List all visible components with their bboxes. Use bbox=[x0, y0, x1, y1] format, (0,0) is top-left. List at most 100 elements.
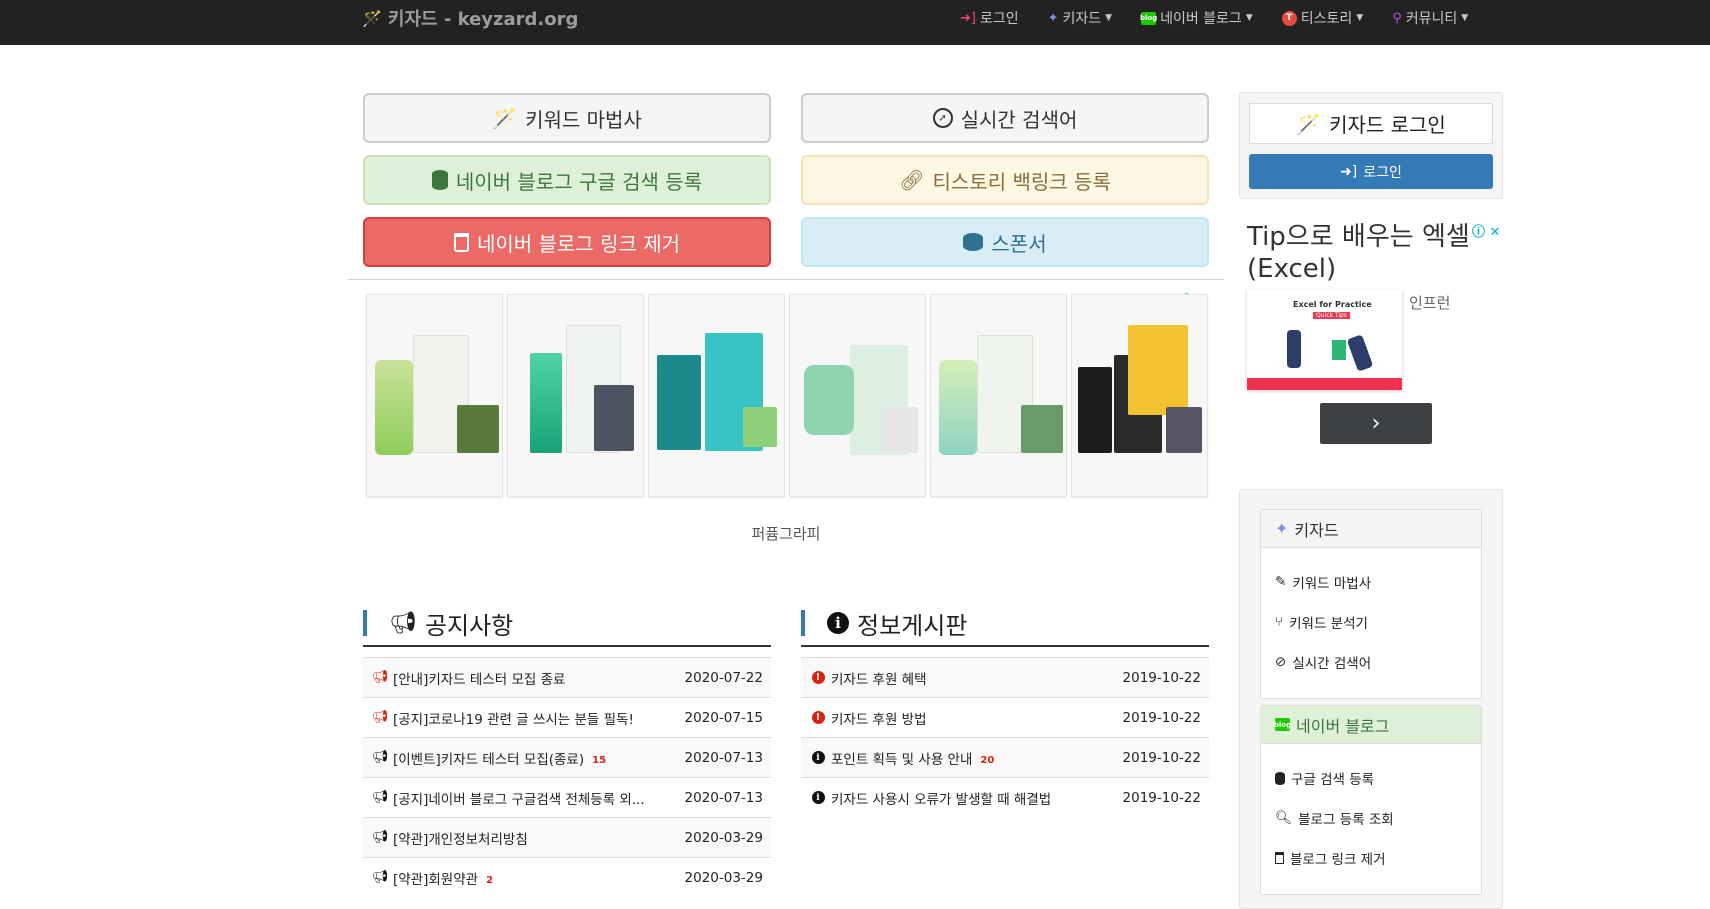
nav-tistory-label: 티스토리 bbox=[1300, 11, 1353, 27]
ad-product-tile[interactable] bbox=[366, 294, 503, 497]
row-date: 2020-07-13 bbox=[684, 789, 763, 806]
row-title[interactable]: [공지]코로나19 관련 글 쓰시는 분들 필독! bbox=[393, 708, 634, 728]
row-title[interactable]: [이벤트]키자드 테스터 모집(종료) bbox=[393, 748, 584, 768]
title-accent-bar bbox=[363, 610, 367, 636]
row-title[interactable]: 키자드 사용시 오류가 발생할 때 해결법 bbox=[831, 788, 1051, 808]
keyzard-panel-header: ✦ 키자드 bbox=[1261, 510, 1481, 548]
row-title[interactable]: [공지]네이버 블로그 구글검색 전체등록 외... bbox=[393, 788, 645, 808]
ad-excel-logo bbox=[1332, 340, 1346, 360]
nav-tistory-dropdown[interactable]: T 티스토리 ▼ bbox=[1281, 8, 1363, 28]
keyword-wizard-button[interactable]: 🪄 키워드 마법사 bbox=[363, 93, 771, 143]
row-title[interactable]: 포인트 획득 및 사용 안내 bbox=[831, 748, 972, 768]
table-row[interactable]: 📢︎ [약관]회원약관 2 2020-03-29 bbox=[363, 857, 771, 897]
compass-icon: ➚ bbox=[932, 108, 953, 128]
side-ad-next-button[interactable]: › bbox=[1320, 403, 1432, 444]
table-row[interactable]: ! 키자드 후원 혜택 2019-10-22 bbox=[801, 657, 1209, 697]
login-button[interactable]: ➜] 로그인 bbox=[1249, 154, 1493, 189]
ad-product-tile[interactable] bbox=[789, 294, 926, 497]
naver-panel-title: 네이버 블로그 bbox=[1296, 716, 1390, 736]
side-ad-image[interactable]: Excel for Practice Quick Tips bbox=[1247, 290, 1402, 390]
row-date: 2019-10-22 bbox=[1122, 749, 1201, 766]
ad-image-title: Excel for Practice bbox=[1293, 300, 1372, 309]
sidebar-item-blog-lookup[interactable]: 🔍︎ 블로그 등록 조회 bbox=[1261, 798, 1481, 838]
caret-down-icon: ▼ bbox=[1105, 13, 1113, 23]
megaphone-icon: 📢︎ bbox=[371, 710, 389, 725]
title-accent-bar bbox=[801, 610, 805, 636]
keyzard-panel-title: 키자드 bbox=[1294, 520, 1339, 540]
sign-in-icon: ➜] bbox=[960, 10, 976, 26]
compass-icon: ⊘ bbox=[1275, 654, 1287, 670]
sponsor-label: 스폰서 bbox=[991, 231, 1047, 256]
table-row[interactable]: 📢︎ [공지]코로나19 관련 글 쓰시는 분들 필독! 2020-07-15 bbox=[363, 697, 771, 737]
trash-icon bbox=[453, 232, 469, 252]
megaphone-icon: 📢︎ bbox=[371, 790, 389, 805]
login-title-text: 키자드 로그인 bbox=[1329, 113, 1446, 137]
notice-title[interactable]: 📢︎ 공지사항 bbox=[363, 606, 513, 640]
row-title[interactable]: [안내]키자드 테스터 모집 종료 bbox=[393, 668, 565, 688]
side-ad-brand[interactable]: 인프런 bbox=[1409, 292, 1450, 313]
naver-link-remove-label: 네이버 블로그 링크 제거 bbox=[476, 231, 681, 256]
sidebar-item-label: 블로그 링크 제거 bbox=[1290, 852, 1386, 868]
sidebar-item-label: 블로그 등록 조회 bbox=[1298, 812, 1394, 828]
exclamation-circle-icon: ! bbox=[809, 671, 827, 684]
row-date: 2020-03-29 bbox=[684, 829, 763, 846]
nav-naver-label: 네이버 블로그 bbox=[1160, 11, 1242, 27]
sidebar-item-label: 구글 검색 등록 bbox=[1291, 772, 1375, 788]
nav-naver-dropdown[interactable]: blog 네이버 블로그 ▼ bbox=[1140, 8, 1253, 28]
table-row[interactable]: ! 키자드 후원 방법 2019-10-22 bbox=[801, 697, 1209, 737]
info-circle-icon: i bbox=[809, 791, 827, 804]
search-icon: 🔍︎ bbox=[1275, 810, 1293, 826]
table-row[interactable]: 📢︎ [약관]개인정보처리방침 2020-03-29 bbox=[363, 817, 771, 857]
nav-community-label: 커뮤니티 bbox=[1405, 11, 1458, 27]
row-title[interactable]: [약관]회원약관 bbox=[393, 868, 478, 888]
sidebar-item-keyword-analyzer[interactable]: ⑂ 키워드 분석기 bbox=[1261, 602, 1481, 642]
nav-login[interactable]: ➜] 로그인 bbox=[960, 8, 1019, 28]
ad-info-close-icon[interactable]: ⓘ ✕ bbox=[1472, 221, 1500, 240]
magic-wand-icon: ✦ bbox=[1047, 10, 1059, 26]
row-date: 2020-03-29 bbox=[684, 869, 763, 886]
naver-google-register-button[interactable]: 네이버 블로그 구글 검색 등록 bbox=[363, 155, 771, 205]
trash-icon bbox=[1275, 852, 1284, 864]
ad-product-tile[interactable] bbox=[507, 294, 644, 497]
ad-product-tile[interactable] bbox=[1071, 294, 1208, 497]
tistory-backlink-button[interactable]: 🔗︎ 티스토리 백링크 등록 bbox=[801, 155, 1209, 205]
table-row[interactable]: 📢︎ [안내]키자드 테스터 모집 종료 2020-07-22 bbox=[363, 657, 771, 697]
row-title[interactable]: [약관]개인정보처리방침 bbox=[393, 828, 528, 848]
info-title[interactable]: i 정보게시판 bbox=[801, 606, 967, 640]
table-row[interactable]: 📢︎ [이벤트]키자드 테스터 모집(종료) 15 2020-07-13 bbox=[363, 737, 771, 777]
ad-product-tile[interactable] bbox=[930, 294, 1067, 497]
sidebar-item-keyword-wizard[interactable]: ✎ 키워드 마법사 bbox=[1261, 562, 1481, 602]
login-button-label: 로그인 bbox=[1363, 164, 1402, 181]
sidebar-item-realtime-search[interactable]: ⊘ 실시간 검색어 bbox=[1261, 642, 1481, 682]
table-row[interactable]: 📢︎ [공지]네이버 블로그 구글검색 전체등록 외... 2020-07-13 bbox=[363, 777, 771, 817]
nav-keyzard-dropdown[interactable]: ✦ 키자드 ▼ bbox=[1048, 8, 1112, 28]
comment-count-badge: 20 bbox=[980, 755, 995, 766]
row-date: 2019-10-22 bbox=[1122, 709, 1201, 726]
tistory-icon: T bbox=[1281, 10, 1297, 26]
ad-caption[interactable]: 퍼퓸그라피 bbox=[700, 523, 872, 544]
ad-figure bbox=[1346, 334, 1374, 372]
info-underline bbox=[801, 645, 1209, 647]
caret-down-icon: ▼ bbox=[1461, 13, 1469, 23]
sponsor-button[interactable]: 스폰서 bbox=[801, 217, 1209, 267]
realtime-search-button[interactable]: ➚ 실시간 검색어 bbox=[801, 93, 1209, 143]
row-title[interactable]: 키자드 후원 혜택 bbox=[831, 668, 927, 688]
naver-link-remove-button[interactable]: 네이버 블로그 링크 제거 bbox=[363, 217, 771, 267]
sidebar-item-link-remove[interactable]: 블로그 링크 제거 bbox=[1261, 838, 1481, 878]
sidebar-item-google-register[interactable]: 구글 검색 등록 bbox=[1261, 758, 1481, 798]
megaphone-icon: 📢︎ bbox=[371, 750, 389, 765]
row-date: 2020-07-15 bbox=[684, 709, 763, 726]
nav-community-dropdown[interactable]: ⚲ 커뮤니티 ▼ bbox=[1392, 8, 1468, 28]
sidebar-item-label: 키워드 마법사 bbox=[1292, 576, 1372, 592]
ad-image-tag: Quick Tips bbox=[1313, 312, 1350, 319]
row-title[interactable]: 키자드 후원 방법 bbox=[831, 708, 927, 728]
side-ad-title[interactable]: Tip으로 배우는 엑셀(Excel) bbox=[1247, 221, 1477, 285]
table-row[interactable]: i 포인트 획득 및 사용 안내 20 2019-10-22 bbox=[801, 737, 1209, 777]
ad-product-tile[interactable] bbox=[648, 294, 785, 497]
brand-link[interactable]: 🪄 키자드 - keyzard.org bbox=[362, 7, 578, 31]
table-row[interactable]: i 키자드 사용시 오류가 발생할 때 해결법 2019-10-22 bbox=[801, 777, 1209, 817]
exclamation-circle-icon: ! bbox=[809, 711, 827, 724]
info-title-text: 정보게시판 bbox=[857, 611, 968, 640]
info-circle-icon: i bbox=[827, 612, 849, 634]
nav-login-label: 로그인 bbox=[979, 11, 1019, 27]
